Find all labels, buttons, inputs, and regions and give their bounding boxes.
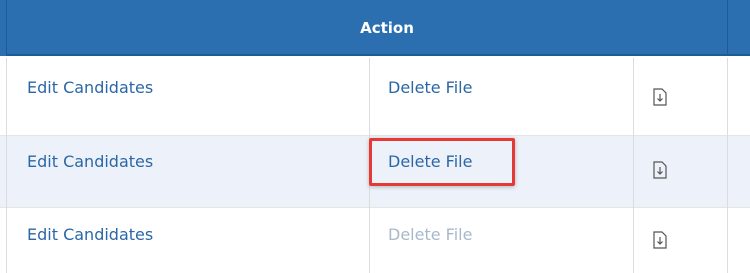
action-column-header: Action xyxy=(360,19,414,37)
header-divider xyxy=(727,0,728,56)
table-row: Edit Candidates Delete File xyxy=(0,136,750,208)
edit-candidates-link[interactable]: Edit Candidates xyxy=(27,225,153,244)
delete-file-link-disabled: Delete File xyxy=(388,225,473,244)
column-divider xyxy=(633,58,634,273)
file-download-icon[interactable] xyxy=(653,161,667,179)
delete-file-link[interactable]: Delete File xyxy=(388,152,472,171)
delete-file-link[interactable]: Delete File xyxy=(388,78,472,97)
edit-candidates-link[interactable]: Edit Candidates xyxy=(27,78,153,97)
column-divider xyxy=(6,58,7,273)
edit-candidates-link[interactable]: Edit Candidates xyxy=(27,152,153,171)
column-divider xyxy=(727,58,728,273)
file-download-icon[interactable] xyxy=(653,88,667,106)
action-table: Action Edit Candidates Delete File Edit … xyxy=(0,0,750,273)
file-download-icon[interactable] xyxy=(653,231,667,249)
table-row: Edit Candidates Delete File xyxy=(0,208,750,273)
column-divider xyxy=(369,58,370,273)
table-header: Action xyxy=(0,0,750,56)
table-row: Edit Candidates Delete File xyxy=(0,58,750,136)
